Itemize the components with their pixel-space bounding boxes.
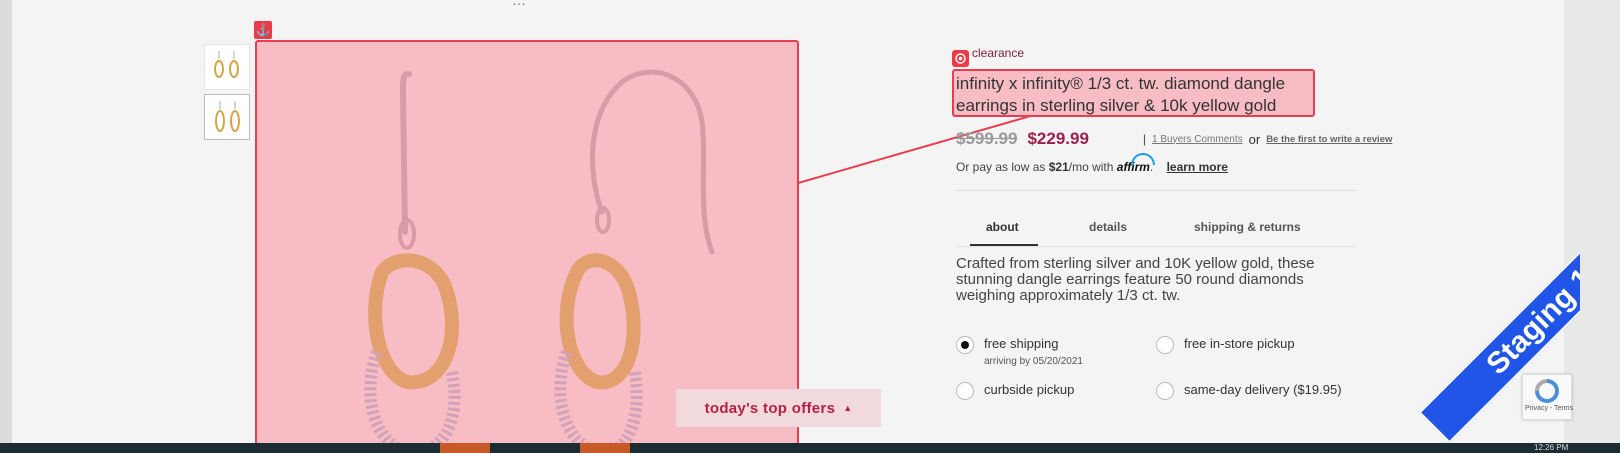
todays-top-offers-button[interactable]: today's top offers ▲ (676, 389, 881, 427)
product-description: Crafted from sterling silver and 10K yel… (956, 255, 1315, 304)
original-price: $599.99 (956, 129, 1018, 148)
option-free-shipping[interactable]: free shipping arriving by 05/20/2021 (956, 336, 1083, 367)
caret-up-icon: ▲ (843, 403, 853, 413)
radio-icon[interactable] (956, 382, 974, 400)
earring-thumb-icon (214, 51, 239, 78)
product-title: infinity x infinity® 1/3 ct. tw. diamond… (952, 69, 1315, 117)
affirm-logo: affirm (1116, 160, 1150, 174)
product-category[interactable]: clearance (972, 46, 1024, 60)
recaptcha-terms[interactable]: Privacy - Terms (1525, 405, 1573, 412)
option-same-day-delivery[interactable]: same-day delivery ($19.95) (1156, 382, 1342, 400)
option-label: same-day delivery ($19.95) (1184, 382, 1342, 397)
recaptcha-badge[interactable]: Privacy - Terms (1522, 374, 1573, 420)
taskbar-app[interactable] (580, 443, 630, 453)
earrings-image (364, 69, 715, 443)
product-tabs: about details shipping & returns (956, 208, 1356, 247)
option-in-store-pickup[interactable]: free in-store pickup (1156, 336, 1295, 354)
anchor-icon: ⚓ (254, 21, 272, 39)
sale-price: $229.99 (1027, 129, 1089, 148)
staging-ribbon-wrap: Staging 1 (1380, 250, 1580, 450)
option-label: free shipping (984, 336, 1059, 351)
product-image[interactable] (255, 40, 799, 443)
financing-row: Or pay as low as $21/mo with affirm. lea… (956, 160, 1228, 174)
thumbnail-2[interactable] (204, 94, 250, 140)
target-icon (952, 50, 969, 67)
buyers-comments-link[interactable]: 1 Buyers Comments (1152, 134, 1243, 145)
pay-amount: $21 (1048, 160, 1069, 174)
radio-icon[interactable] (1156, 336, 1174, 354)
taskbar-clock: 12:26 PM (1534, 443, 1569, 452)
price-row: $599.99 $229.99 | 1 Buyers Comments or B… (956, 129, 1392, 149)
option-label: free in-store pickup (1184, 336, 1295, 351)
taskbar-app[interactable] (440, 443, 490, 453)
active-tab-indicator (970, 244, 1038, 246)
product-page: … ⚓ clearance infinity x infinity® 1/3 c… (12, 0, 1564, 443)
tab-shipping-returns[interactable]: shipping & returns (1194, 220, 1301, 234)
fulfillment-options: free shipping arriving by 05/20/2021 fre… (956, 336, 1376, 416)
thumbnail-list (204, 44, 252, 144)
offers-label: today's top offers (704, 399, 836, 417)
option-label: curbside pickup (984, 382, 1075, 397)
tab-details[interactable]: details (1089, 220, 1127, 234)
divider-line (956, 190, 1356, 191)
taskbar (0, 443, 1620, 453)
pay-suffix: /mo with (1068, 160, 1114, 174)
earring-thumb-icon (215, 101, 240, 132)
or-label: or (1248, 131, 1261, 147)
recaptcha-icon (1535, 379, 1559, 403)
pay-prefix: Or pay as low as (956, 160, 1046, 174)
option-curbside-pickup[interactable]: curbside pickup (956, 382, 1074, 400)
connector-line (798, 114, 1035, 184)
tab-about[interactable]: about (986, 220, 1019, 234)
cut-off-text: … (512, 0, 526, 8)
radio-selected-icon[interactable] (956, 336, 974, 354)
divider: | (1142, 132, 1147, 146)
learn-more-link[interactable]: learn more (1167, 160, 1228, 174)
radio-icon[interactable] (1156, 382, 1174, 400)
thumbnail-1[interactable] (204, 44, 250, 90)
write-review-link[interactable]: Be the first to write a review (1266, 134, 1392, 145)
arrival-date: arriving by 05/20/2021 (984, 356, 1083, 367)
